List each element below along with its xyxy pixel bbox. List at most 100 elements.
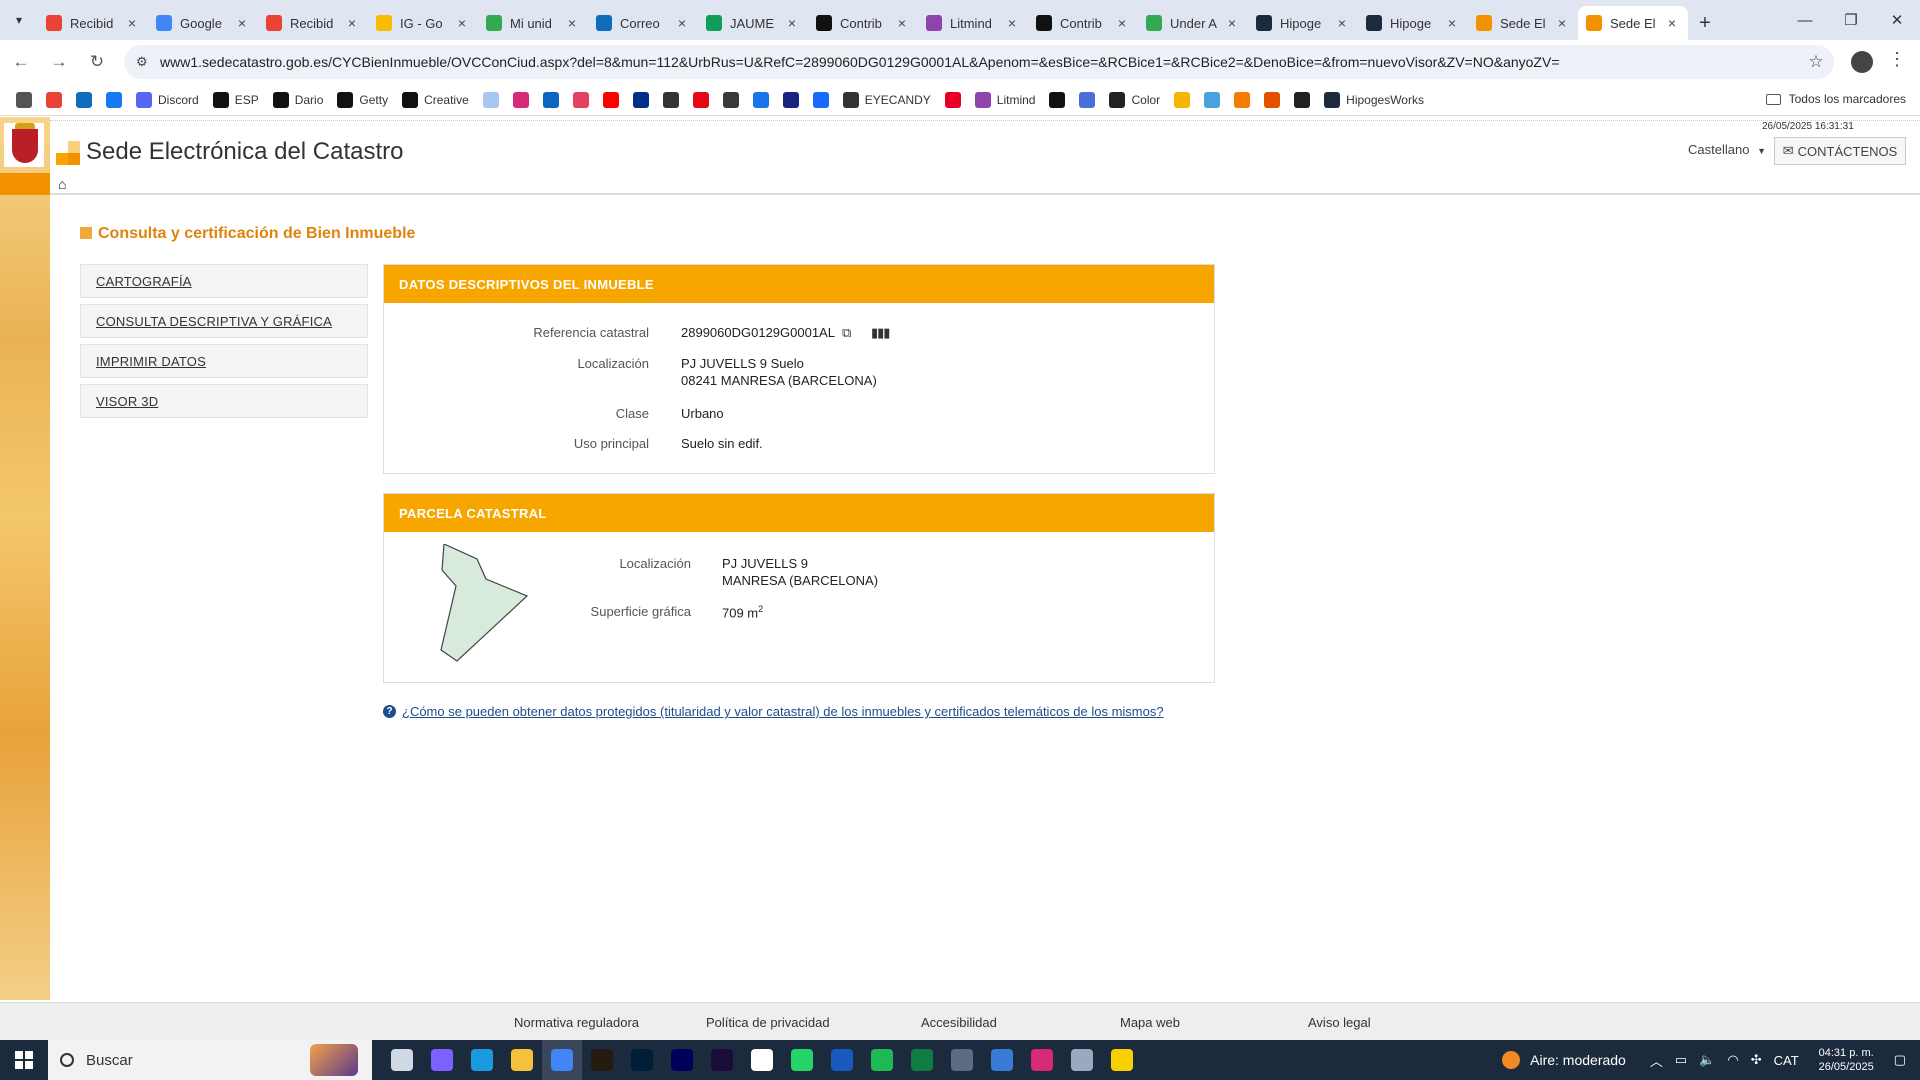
bookmark-item[interactable] (1264, 91, 1281, 108)
bookmark-item[interactable]: ESP (212, 91, 259, 108)
menu-consulta-descriptiva[interactable]: CONSULTA DESCRIPTIVA Y GRÁFICA (80, 304, 368, 338)
browser-tab[interactable]: Google × (148, 6, 258, 40)
input-language[interactable]: CAT (1774, 1053, 1799, 1068)
calculator-icon[interactable] (942, 1040, 982, 1080)
start-windows-icon[interactable] (0, 1040, 48, 1080)
tray-meet-icon[interactable]: ▭ (1675, 1052, 1687, 1068)
tab-close-icon[interactable]: × (1554, 15, 1570, 31)
bookmark-item[interactable] (1204, 91, 1221, 108)
tab-close-icon[interactable]: × (674, 15, 690, 31)
bookmark-item[interactable] (752, 91, 769, 108)
bookmark-item[interactable] (1079, 91, 1096, 108)
photoshop-icon[interactable] (622, 1040, 662, 1080)
browser-tab[interactable]: Sede El × (1468, 6, 1578, 40)
bookmark-item[interactable] (512, 91, 529, 108)
3d-viewer-icon[interactable] (1062, 1040, 1102, 1080)
bookmark-star-icon[interactable]: ☆ (1798, 52, 1834, 72)
bookmark-item[interactable]: Dario (272, 91, 323, 108)
bookmark-item[interactable] (76, 91, 92, 108)
bridge-icon[interactable] (582, 1040, 622, 1080)
instagram-app-icon[interactable] (1022, 1040, 1062, 1080)
snipping-icon[interactable] (742, 1040, 782, 1080)
browser-tab[interactable]: Litmind × (918, 6, 1028, 40)
protected-data-help-link[interactable]: ¿Cómo se pueden obtener datos protegidos… (402, 704, 1164, 719)
address-bar[interactable]: ⚙ www1.sedecatastro.gob.es/CYCBienInmueb… (124, 45, 1834, 79)
forward-arrow-icon[interactable]: → (42, 45, 76, 79)
bookmark-item[interactable] (542, 91, 559, 108)
tab-search-chevron-icon[interactable]: ▾ (0, 0, 38, 40)
minimize-icon[interactable]: — (1782, 0, 1828, 40)
excel-icon[interactable] (902, 1040, 942, 1080)
bookmark-item[interactable] (106, 91, 122, 108)
bookmark-item[interactable] (46, 91, 62, 108)
notifications-icon[interactable]: ▢ (1894, 1052, 1906, 1068)
browser-tab[interactable]: Contrib × (808, 6, 918, 40)
browser-tab[interactable]: IG - Go × (368, 6, 478, 40)
tab-close-icon[interactable]: × (1114, 15, 1130, 31)
browser-tab[interactable]: JAUME × (698, 6, 808, 40)
tab-close-icon[interactable]: × (344, 15, 360, 31)
footer-mapa-web[interactable]: Mapa web (1120, 1015, 1180, 1030)
tab-close-icon[interactable]: × (124, 15, 140, 31)
browser-tab[interactable]: Correo × (588, 6, 698, 40)
tab-close-icon[interactable]: × (1664, 15, 1680, 31)
browser-tab[interactable]: Recibid × (258, 6, 368, 40)
bookmark-item[interactable] (602, 91, 619, 108)
file-explorer-icon[interactable] (502, 1040, 542, 1080)
url-text[interactable]: www1.sedecatastro.gob.es/CYCBienInmueble… (160, 54, 1798, 70)
footer-accesibilidad[interactable]: Accesibilidad (921, 1015, 997, 1030)
browser-tab[interactable]: Mi unid × (478, 6, 588, 40)
footer-aviso-legal[interactable]: Aviso legal (1308, 1015, 1371, 1030)
weather-widget[interactable]: Aire: moderado (1502, 1051, 1626, 1069)
edge-icon[interactable] (462, 1040, 502, 1080)
copy-icon[interactable]: ⧉ (842, 325, 851, 341)
browser-menu-icon[interactable]: ⋮ (1888, 49, 1906, 70)
all-bookmarks-button[interactable]: Todos los marcadores (1765, 92, 1906, 106)
browser-tab[interactable]: Sede El × (1578, 6, 1688, 40)
bookmark-item[interactable] (1294, 91, 1311, 108)
wifi-icon[interactable]: ◠ (1727, 1052, 1738, 1068)
bookmark-item[interactable] (722, 91, 739, 108)
tab-close-icon[interactable]: × (1224, 15, 1240, 31)
spotify-icon[interactable] (862, 1040, 902, 1080)
footer-normativa[interactable]: Normativa reguladora (514, 1015, 639, 1030)
word-icon[interactable] (822, 1040, 862, 1080)
tab-close-icon[interactable]: × (784, 15, 800, 31)
clock[interactable]: 04:31 p. m. 26/05/2025 (1819, 1046, 1874, 1074)
browser-tab[interactable]: Hipoge × (1248, 6, 1358, 40)
site-settings-icon[interactable]: ⚙ (136, 54, 160, 70)
barcode-icon[interactable]: ▮▮▮ (871, 325, 890, 341)
new-tab-plus-icon[interactable]: + (1688, 6, 1722, 40)
bookmark-item[interactable]: HipogesWorks (1324, 91, 1424, 108)
back-arrow-icon[interactable]: ← (4, 45, 38, 79)
catastro-logo-icon[interactable] (56, 141, 80, 165)
menu-imprimir-datos[interactable]: IMPRIMIR DATOS (80, 344, 368, 378)
close-window-icon[interactable]: ✕ (1874, 0, 1920, 40)
bookmark-item[interactable]: EYECANDY (842, 91, 931, 108)
rush-icon[interactable] (702, 1040, 742, 1080)
maps-app-icon[interactable] (982, 1040, 1022, 1080)
profile-avatar-icon[interactable] (1851, 51, 1873, 73)
taskbar-search[interactable]: Buscar (48, 1040, 372, 1080)
bookmark-item[interactable] (782, 91, 799, 108)
reload-icon[interactable]: ↻ (80, 45, 114, 79)
bookmark-item[interactable]: Creative (402, 91, 469, 108)
tab-close-icon[interactable]: × (234, 15, 250, 31)
menu-visor-3d[interactable]: VISOR 3D (80, 384, 368, 418)
footer-privacidad[interactable]: Política de privacidad (706, 1015, 830, 1030)
tab-close-icon[interactable]: × (564, 15, 580, 31)
bookmark-item[interactable]: Getty (337, 91, 388, 108)
bookmark-item[interactable]: Litmind (974, 91, 1035, 108)
bookmark-item[interactable] (812, 91, 829, 108)
site-title[interactable]: Sede Electrónica del Catastro (86, 138, 404, 166)
bookmark-item[interactable] (482, 91, 499, 108)
browser-tab[interactable]: Hipoge × (1358, 6, 1468, 40)
bookmark-item[interactable] (1049, 91, 1066, 108)
bookmark-item[interactable] (632, 91, 649, 108)
whatsapp-icon[interactable] (782, 1040, 822, 1080)
restore-icon[interactable]: ❐ (1828, 0, 1874, 40)
bookmark-item[interactable]: Color (1109, 91, 1160, 108)
copilot-icon[interactable] (422, 1040, 462, 1080)
tab-close-icon[interactable]: × (1444, 15, 1460, 31)
browser-tab[interactable]: Under A × (1138, 6, 1248, 40)
